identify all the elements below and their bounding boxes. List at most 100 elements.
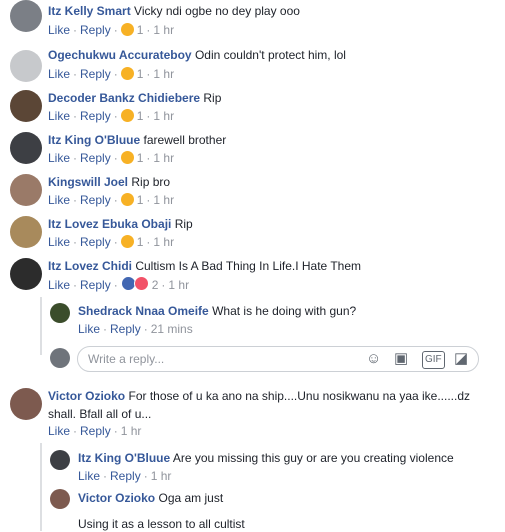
separator: · (113, 23, 118, 37)
separator: · (103, 469, 108, 483)
commenter-name[interactable]: Shedrack Nnaa Omeife (78, 304, 209, 318)
like-link[interactable]: Like (48, 67, 70, 81)
comment-actions: Like · Reply · 1 · 1 hr (48, 192, 174, 208)
separator: · (113, 109, 118, 123)
commenter-name[interactable]: Itz Kelly Smart (48, 4, 131, 18)
separator: · (73, 424, 78, 438)
gif-icon[interactable]: GIF (422, 351, 445, 369)
sad-emoji[interactable] (120, 109, 134, 122)
comment-text: Vicky ndi ogbe no dey play ooo (134, 4, 300, 18)
timestamp[interactable]: 1 hr (168, 278, 189, 292)
haha-emoji[interactable] (120, 67, 134, 80)
like-link[interactable]: Like (48, 278, 70, 292)
reply-actions: Like · Reply · 1 hr (78, 468, 171, 484)
sad-emoji[interactable] (120, 193, 134, 206)
separator: · (73, 67, 78, 81)
timestamp[interactable]: 1 hr (153, 235, 174, 249)
avatar[interactable] (10, 174, 42, 206)
reply-link[interactable]: Reply (80, 23, 111, 37)
avatar[interactable] (10, 90, 42, 122)
camera-icon[interactable]: ▣ (394, 351, 408, 367)
user-avatar (50, 348, 70, 368)
commenter-name[interactable]: Kingswill Joel (48, 175, 128, 189)
comment-line: Ogechukwu Accurateboy Odin couldn't prot… (48, 47, 346, 63)
separator: · (161, 278, 166, 292)
separator: · (143, 322, 148, 336)
comment-line: Victor Ozioko For those of u ka ano na s… (48, 388, 470, 404)
avatar[interactable] (10, 258, 42, 290)
avatar[interactable] (10, 216, 42, 248)
separator: · (146, 109, 151, 123)
comment-actions: Like · Reply · 1 · 1 hr (48, 108, 174, 124)
reply-text-continuation: Using it as a lesson to all cultist (78, 517, 245, 531)
timestamp[interactable]: 1 hr (153, 67, 174, 81)
like-link[interactable]: Like (78, 322, 100, 336)
like-link[interactable]: Like (48, 193, 70, 207)
avatar[interactable] (10, 132, 42, 164)
reply-actions: Like · Reply · 21 mins (78, 321, 193, 337)
timestamp[interactable]: 1 hr (151, 469, 172, 483)
reply-link[interactable]: Reply (80, 67, 111, 81)
commenter-name[interactable]: Itz King O'Bluue (78, 451, 170, 465)
avatar[interactable] (10, 388, 42, 420)
like-link[interactable]: Like (48, 424, 70, 438)
avatar[interactable] (50, 303, 70, 323)
comment-text: For those of u ka ano na ship....Unu nos… (128, 389, 471, 403)
avatar[interactable] (50, 450, 70, 470)
reply-link[interactable]: Reply (110, 322, 141, 336)
like-link[interactable]: Like (48, 23, 70, 37)
separator: · (146, 23, 151, 37)
reply-placeholder: Write a reply... (88, 352, 165, 366)
thread-line (40, 297, 42, 355)
reply-link[interactable]: Reply (80, 424, 111, 438)
reply-link[interactable]: Reply (80, 109, 111, 123)
timestamp[interactable]: 1 hr (153, 109, 174, 123)
commenter-name[interactable]: Ogechukwu Accurateboy (48, 48, 192, 62)
comment-text: Rip (174, 217, 193, 231)
separator: · (113, 67, 118, 81)
separator: · (146, 67, 151, 81)
timestamp[interactable]: 1 hr (153, 193, 174, 207)
timestamp[interactable]: 1 hr (153, 23, 174, 37)
commenter-name[interactable]: Itz Lovez Chidi (48, 259, 132, 273)
avatar[interactable] (10, 0, 42, 32)
separator: · (146, 193, 151, 207)
timestamp[interactable]: 1 hr (153, 151, 174, 165)
commenter-name[interactable]: Itz King O'Bluue (48, 133, 140, 147)
reply-link[interactable]: Reply (80, 193, 111, 207)
comment-text: Cultism Is A Bad Thing In Life.I Hate Th… (135, 259, 362, 273)
comment-line: Itz Lovez Chidi Cultism Is A Bad Thing I… (48, 258, 361, 274)
commenter-name[interactable]: Decoder Bankz Chidiebere (48, 91, 200, 105)
timestamp[interactable]: 21 mins (151, 322, 193, 336)
separator: · (73, 23, 78, 37)
commenter-name[interactable]: Victor Ozioko (78, 491, 155, 505)
sticker-icon[interactable]: ◪ (454, 351, 468, 367)
commenter-name[interactable]: Itz Lovez Ebuka Obaji (48, 217, 171, 231)
reply-link[interactable]: Reply (80, 151, 111, 165)
emoji-icon[interactable]: ☺ (366, 351, 381, 367)
sad-emoji[interactable] (120, 151, 134, 164)
reply-text: Are you missing this guy or are you crea… (172, 451, 454, 465)
separator: · (113, 151, 118, 165)
separator: · (103, 322, 108, 336)
reply-link[interactable]: Reply (80, 235, 111, 249)
love-reaction-icon[interactable] (133, 276, 149, 291)
reply-link[interactable]: Reply (110, 469, 141, 483)
timestamp[interactable]: 1 hr (121, 424, 142, 438)
like-link[interactable]: Like (48, 151, 70, 165)
avatar[interactable] (50, 489, 70, 509)
haha-emoji[interactable] (120, 23, 134, 36)
comment-line: Itz King O'Bluue farewell brother (48, 132, 226, 148)
reply-text: Oga am just (158, 491, 224, 505)
like-link[interactable]: Like (48, 109, 70, 123)
like-link[interactable]: Like (78, 469, 100, 483)
comment-actions: Like · Reply · 1 · 1 hr (48, 234, 174, 250)
reply-link[interactable]: Reply (80, 278, 111, 292)
separator: · (113, 235, 118, 249)
sad-emoji[interactable] (120, 235, 134, 248)
commenter-name[interactable]: Victor Ozioko (48, 389, 125, 403)
avatar[interactable] (10, 50, 42, 82)
like-link[interactable]: Like (48, 235, 70, 249)
reply-input[interactable]: Write a reply... ☺ ▣ GIF ◪ (77, 346, 479, 372)
comment-text: Rip (203, 91, 222, 105)
